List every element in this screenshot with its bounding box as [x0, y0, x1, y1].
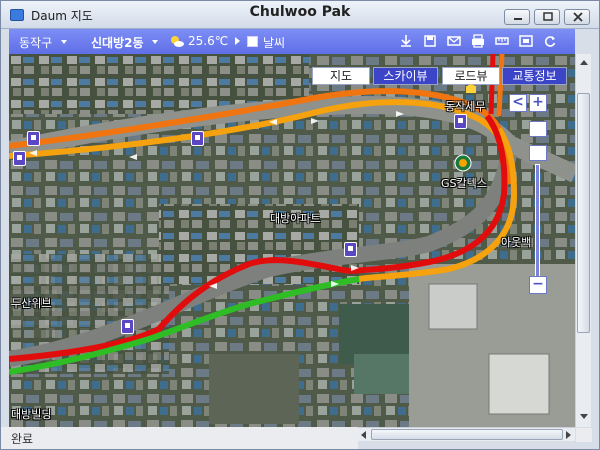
window-title: Daum 지도	[31, 9, 93, 23]
maximize-button[interactable]	[534, 9, 560, 25]
title-bar: Daum 지도 Chulwoo Pak	[1, 1, 599, 29]
daum-map-app-icon	[10, 9, 24, 21]
place-label[interactable]: 대방빌딩	[11, 406, 51, 422]
neighborhood-dropdown-icon[interactable]	[152, 40, 158, 44]
neighborhood-select[interactable]: 신대방2동	[91, 34, 144, 51]
tab-roadview[interactable]: 로드뷰	[442, 67, 500, 85]
temperature: 25.6℃	[188, 34, 229, 48]
bus-stop-icon[interactable]	[27, 131, 40, 146]
zoom-slider-handle[interactable]	[529, 145, 547, 161]
print-icon[interactable]	[471, 34, 485, 48]
map-view[interactable]: 지도 스카이뷰 로드뷰 교통정보 동작세무 GS칼텍스 대방아파트 아웃백 두산…	[9, 54, 575, 427]
download-icon[interactable]	[399, 34, 413, 48]
status-bar: 완료	[1, 427, 358, 449]
refresh-icon[interactable]	[543, 34, 557, 48]
zoom-control: < + −	[509, 94, 563, 304]
place-label[interactable]: 동작세무	[445, 98, 485, 114]
tab-traffic[interactable]: 교통정보	[502, 67, 567, 85]
horizontal-scrollbar[interactable]	[358, 427, 575, 441]
bus-stop-icon[interactable]	[344, 242, 357, 257]
vertical-scroll-thumb[interactable]	[577, 93, 590, 333]
minimize-button[interactable]	[504, 9, 530, 25]
scroll-up-icon[interactable]	[580, 60, 588, 65]
measure-icon[interactable]	[495, 34, 509, 48]
weather-checkbox[interactable]	[247, 36, 258, 47]
scroll-right-icon[interactable]	[566, 431, 571, 439]
place-label[interactable]: 두산위브	[11, 295, 51, 311]
tab-skyview[interactable]: 스카이뷰	[373, 67, 438, 85]
pan-left-button[interactable]: <	[509, 94, 527, 112]
partly-cloudy-icon	[171, 36, 184, 47]
maximize-icon	[543, 12, 553, 21]
close-icon	[573, 12, 583, 22]
resize-grip[interactable]	[576, 428, 592, 442]
place-label[interactable]: GS칼텍스	[441, 175, 487, 191]
weather-toggle-label[interactable]: 날씨	[263, 34, 285, 51]
gas-station-icon[interactable]	[454, 154, 472, 172]
zoom-in-button[interactable]: +	[529, 94, 547, 112]
close-button[interactable]	[564, 9, 590, 25]
vertical-scrollbar[interactable]	[575, 54, 591, 427]
scroll-down-icon[interactable]	[580, 414, 588, 419]
zoom-out-button[interactable]: −	[529, 276, 547, 294]
status-text: 완료	[11, 432, 34, 446]
app-window: Daum 지도 Chulwoo Pak 동작구 신대방2동 25.6℃ 날씨 지…	[0, 0, 600, 450]
map-toolbar: 동작구 신대방2동 25.6℃ 날씨	[9, 29, 575, 54]
mail-icon[interactable]	[447, 34, 461, 48]
bus-stop-icon[interactable]	[191, 131, 204, 146]
horizontal-scroll-thumb[interactable]	[371, 429, 563, 440]
zoom-track[interactable]	[535, 164, 540, 282]
tab-map[interactable]: 지도	[312, 67, 370, 85]
bus-stop-icon[interactable]	[13, 151, 26, 166]
save-icon[interactable]	[423, 34, 437, 48]
bus-stop-icon[interactable]	[454, 114, 467, 129]
satellite-imagery[interactable]	[9, 54, 575, 427]
place-label[interactable]: 대방아파트	[270, 210, 321, 226]
zoom-step-up[interactable]	[529, 121, 547, 137]
fullscreen-icon[interactable]	[519, 34, 533, 48]
weather-next-icon[interactable]	[235, 37, 240, 45]
bus-stop-icon[interactable]	[121, 319, 134, 334]
government-office-icon	[465, 84, 477, 93]
scroll-left-icon[interactable]	[361, 431, 366, 439]
district-select[interactable]: 동작구	[19, 34, 52, 51]
district-dropdown-icon[interactable]	[61, 40, 67, 44]
minimize-icon	[514, 18, 522, 20]
